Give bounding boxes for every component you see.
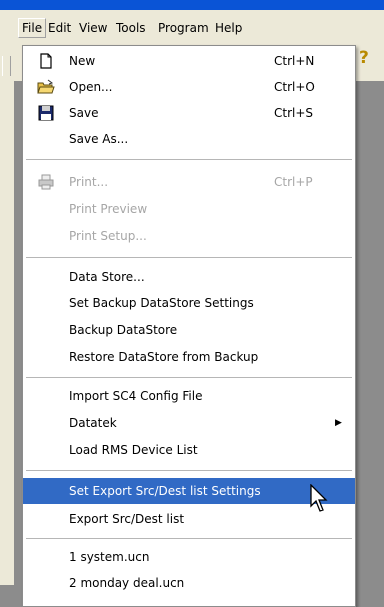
menu-item-label: Set Backup DataStore Settings	[69, 296, 254, 310]
menu-item-print-setup[interactable]: Print Setup...	[23, 223, 355, 249]
menu-separator	[26, 470, 352, 471]
new-document-icon	[40, 53, 52, 69]
menu-item-shortcut: Ctrl+O	[274, 80, 315, 94]
menu-item-label: Print...	[69, 175, 109, 189]
menu-item-set-export-settings[interactable]: Set Export Src/Dest list Settings	[23, 478, 355, 504]
menu-item-label: Datatek	[69, 416, 117, 430]
menu-item-label: 1 system.ucn	[69, 550, 150, 564]
menu-view[interactable]: View	[76, 19, 110, 37]
menu-edit[interactable]: Edit	[45, 19, 74, 37]
menu-item-save[interactable]: Save Ctrl+S	[23, 100, 355, 126]
menu-item-backup-datastore[interactable]: Backup DataStore	[23, 317, 355, 343]
menu-item-set-backup-settings[interactable]: Set Backup DataStore Settings	[23, 290, 355, 316]
menu-item-label: Save	[69, 106, 99, 120]
menu-separator	[26, 538, 352, 539]
menu-item-restore-datastore[interactable]: Restore DataStore from Backup	[23, 344, 355, 370]
menu-item-label: Load RMS Device List	[69, 443, 198, 457]
menu-item-load-rms[interactable]: Load RMS Device List	[23, 437, 355, 463]
menu-bar: File Edit View Tools Program Help	[14, 10, 384, 41]
menu-item-export-list[interactable]: Export Src/Dest list	[23, 506, 355, 532]
menu-item-shortcut: Ctrl+P	[274, 175, 313, 189]
menu-tools[interactable]: Tools	[113, 19, 149, 37]
toolbar-gripper-area	[0, 10, 14, 585]
printer-icon	[38, 174, 54, 190]
menu-item-data-store[interactable]: Data Store...	[23, 264, 355, 290]
menu-item-label: New	[69, 54, 96, 68]
menu-file[interactable]: File	[18, 18, 47, 38]
open-folder-icon	[37, 79, 55, 94]
menu-item-new[interactable]: New Ctrl+N	[23, 48, 355, 74]
menu-item-save-as[interactable]: Save As...	[23, 126, 355, 152]
menu-item-label: Save As...	[69, 132, 129, 146]
menu-item-shortcut: Ctrl+S	[274, 106, 314, 120]
menu-item-label: Print Setup...	[69, 229, 147, 243]
menu-item-label: Restore DataStore from Backup	[69, 350, 259, 364]
menu-help[interactable]: Help	[212, 19, 245, 37]
menu-item-label: Data Store...	[69, 270, 145, 284]
menu-item-recent-file-2[interactable]: 2 monday deal.ucn	[23, 570, 355, 596]
menu-item-label: Print Preview	[69, 202, 148, 216]
menu-item-label: Open...	[69, 80, 113, 94]
menu-separator	[26, 159, 352, 160]
menu-item-import-sc4[interactable]: Import SC4 Config File	[23, 383, 355, 409]
menu-item-label: Export Src/Dest list	[69, 512, 185, 526]
menu-item-label: Set Export Src/Dest list Settings	[69, 484, 261, 498]
menu-item-recent-file-1[interactable]: 1 system.ucn	[23, 544, 355, 570]
menu-item-shortcut: Ctrl+N	[274, 54, 315, 68]
menu-item-label: Backup DataStore	[69, 323, 178, 337]
title-bar-strip	[0, 0, 384, 10]
menu-separator	[26, 377, 352, 378]
submenu-arrow-icon: ▶	[335, 418, 342, 428]
floppy-disk-icon	[38, 105, 54, 121]
mouse-pointer-icon	[310, 484, 328, 512]
menu-item-open[interactable]: Open... Ctrl+O	[23, 74, 355, 100]
menu-item-datatek[interactable]: Datatek ▶	[23, 410, 355, 436]
menu-program[interactable]: Program	[155, 19, 212, 37]
toolbar-gripper[interactable]	[2, 56, 11, 76]
menu-item-print[interactable]: Print... Ctrl+P	[23, 169, 355, 195]
help-toolbar-icon[interactable]: ?	[359, 48, 369, 68]
menu-separator	[26, 257, 352, 258]
menu-item-label: Import SC4 Config File	[69, 389, 203, 403]
menu-item-print-preview[interactable]: Print Preview	[23, 196, 355, 222]
menu-item-label: 2 monday deal.ucn	[69, 576, 185, 590]
file-dropdown-menu: New Ctrl+N Open... Ctrl+O Save Ctrl+S Sa…	[22, 45, 356, 607]
